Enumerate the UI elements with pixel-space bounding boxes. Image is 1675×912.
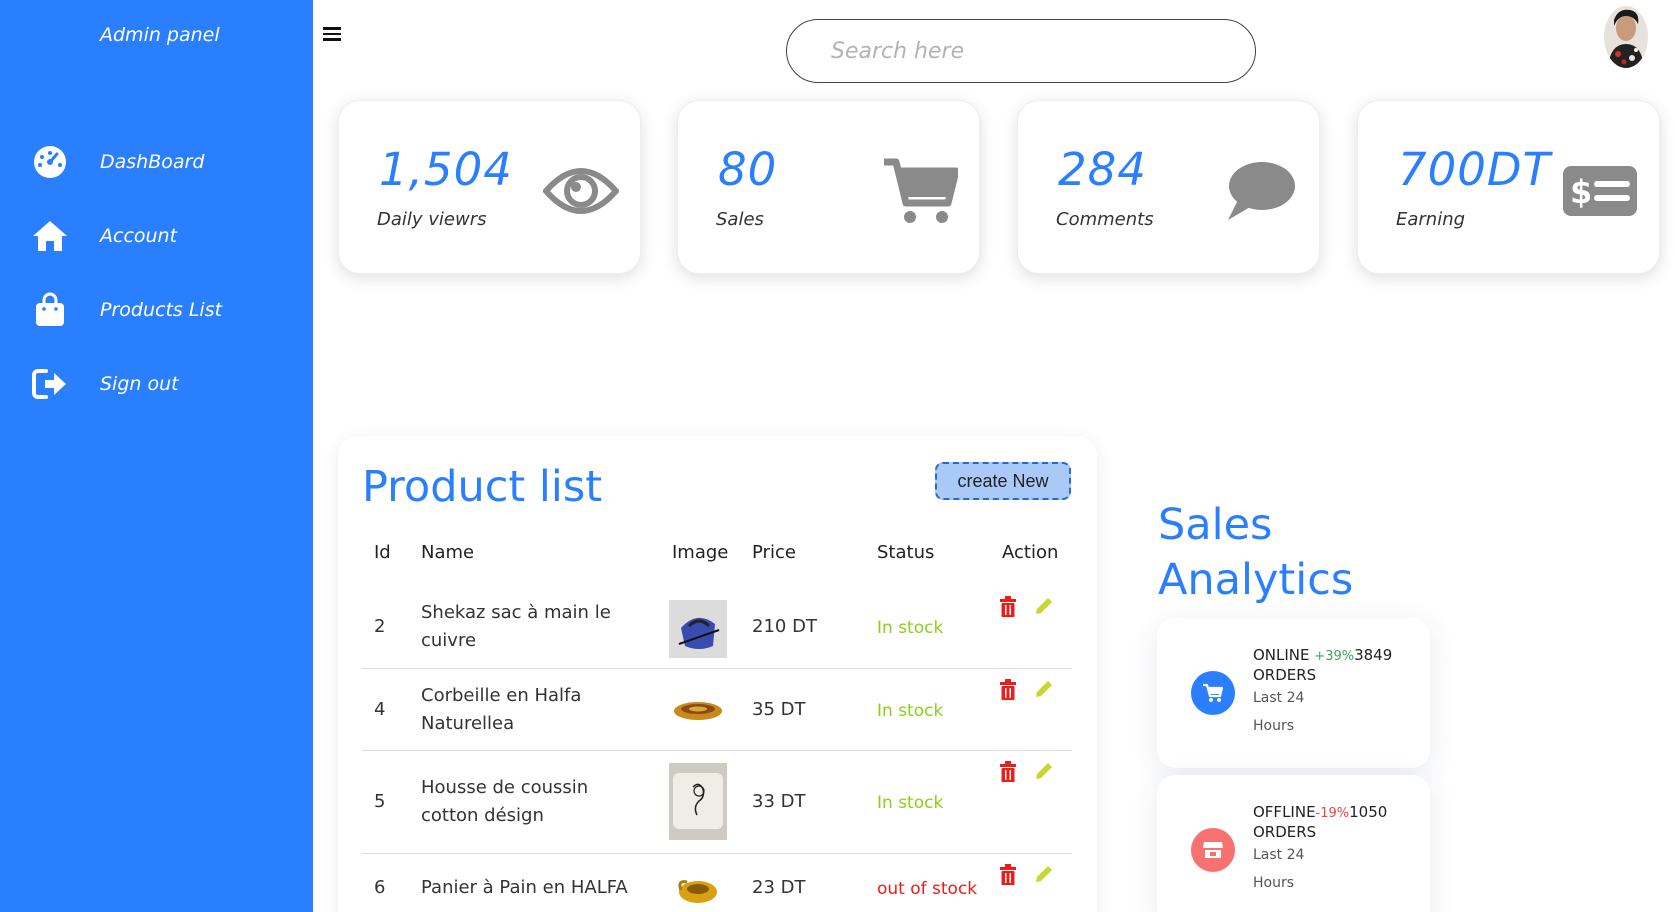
analytics-change: +39% xyxy=(1314,649,1355,664)
row-price: 33 DT xyxy=(752,791,806,812)
store-icon[interactable] xyxy=(1191,828,1235,872)
svg-text:$: $ xyxy=(1570,173,1592,211)
row-id: 6 xyxy=(374,877,386,898)
analytics-card-offline: OFFLINE-19%1050 ORDERS Last 24 Hours xyxy=(1157,775,1430,912)
sales-analytics-title-line2: Analytics xyxy=(1158,555,1354,605)
analytics-change: -19% xyxy=(1315,806,1350,821)
row-price: 35 DT xyxy=(752,699,806,720)
analytics-line: OFFLINE-19%1050 ORDERS xyxy=(1253,803,1423,841)
analytics-label: OFFLINE xyxy=(1253,803,1316,821)
edit-icon[interactable] xyxy=(1034,679,1054,701)
row-name: Housse de coussin cotton désign xyxy=(421,777,589,826)
search-input[interactable] xyxy=(786,19,1256,83)
stat-label: Daily viewrs xyxy=(377,209,487,230)
product-image xyxy=(669,600,727,658)
stat-label: Sales xyxy=(716,209,764,230)
avatar[interactable] xyxy=(1604,6,1648,68)
analytics-value: 3849 xyxy=(1354,646,1393,664)
row-name: Panier à Pain en HALFA xyxy=(421,877,628,898)
analytics-label: ONLINE xyxy=(1253,646,1310,664)
money-bill-icon: $ xyxy=(1555,151,1645,231)
home-icon xyxy=(30,216,70,256)
stat-value: 700DT xyxy=(1398,143,1552,196)
row-id: 4 xyxy=(374,699,386,720)
analytics-sub1: Last 24 xyxy=(1253,847,1305,863)
product-list-title: Product list xyxy=(362,462,603,512)
row-name: Corbeille en Halfa Naturellea xyxy=(421,685,582,734)
sidebar-item-label: Account xyxy=(100,225,178,247)
row-status: In stock xyxy=(877,618,944,638)
sign-out-icon xyxy=(30,364,70,404)
analytics-card-online: ONLINE +39%3849 ORDERS Last 24 Hours xyxy=(1157,618,1430,768)
analytics-line: ONLINE +39%3849 ORDERS xyxy=(1253,646,1423,684)
sidebar-item-signout[interactable]: Sign out xyxy=(0,356,313,412)
sidebar: Admin panel DashBoard Account Products L… xyxy=(0,0,313,912)
column-header-status: Status xyxy=(877,542,935,563)
sidebar-item-dashboard[interactable]: DashBoard xyxy=(0,134,313,190)
analytics-unit: ORDERS xyxy=(1253,823,1317,841)
analytics-sub2: Hours xyxy=(1253,718,1295,734)
analytics-value: 1050 xyxy=(1349,803,1388,821)
delete-icon[interactable] xyxy=(999,761,1019,783)
row-name: Shekaz sac à main le cuivre xyxy=(421,602,611,651)
column-header-name: Name xyxy=(421,542,475,563)
analytics-unit: ORDERS xyxy=(1253,666,1317,684)
row-id: 5 xyxy=(374,791,386,812)
sales-analytics-title: Sales Analytics xyxy=(1158,498,1353,608)
table-row: 6 Panier à Pain en HALFA 23 DT out of st… xyxy=(362,854,1072,912)
edit-icon[interactable] xyxy=(1034,864,1054,886)
shopping-bag-icon xyxy=(30,290,70,330)
stat-value: 1,504 xyxy=(379,143,513,196)
cart-icon xyxy=(875,151,965,231)
row-status: In stock xyxy=(877,701,944,721)
stat-card-sales: 80 Sales xyxy=(677,100,980,274)
cart-icon[interactable] xyxy=(1191,671,1235,715)
sidebar-item-label: DashBoard xyxy=(100,151,205,173)
row-price: 23 DT xyxy=(752,877,806,898)
column-header-id: Id xyxy=(374,542,391,563)
row-id: 2 xyxy=(374,616,386,637)
sidebar-item-account[interactable]: Account xyxy=(0,208,313,264)
stat-card-views: 1,504 Daily viewrs xyxy=(338,100,641,274)
row-status: In stock xyxy=(877,793,944,813)
stat-label: Earning xyxy=(1396,209,1466,230)
eye-icon xyxy=(536,151,626,231)
product-image xyxy=(669,693,727,729)
column-header-action: Action xyxy=(1002,542,1059,563)
product-image xyxy=(669,763,727,840)
column-header-price: Price xyxy=(752,542,796,563)
delete-icon[interactable] xyxy=(999,596,1019,618)
stat-card-earning: 700DT Earning $ xyxy=(1357,100,1660,274)
edit-icon[interactable] xyxy=(1034,596,1054,618)
column-header-image: Image xyxy=(672,542,729,563)
table-row: 4 Corbeille en Halfa Naturellea 35 DT In… xyxy=(362,669,1072,751)
table-row: 5 Housse de coussin cotton désign 33 DT … xyxy=(362,751,1072,854)
brand-title: Admin panel xyxy=(100,24,220,46)
analytics-sub2: Hours xyxy=(1253,875,1295,891)
table-row: 2 Shekaz sac à main le cuivre 210 DT In … xyxy=(362,586,1072,669)
row-price: 210 DT xyxy=(752,616,817,637)
edit-icon[interactable] xyxy=(1034,761,1054,783)
sidebar-item-label: Products List xyxy=(100,299,223,321)
sidebar-item-products[interactable]: Products List xyxy=(0,282,313,338)
product-image xyxy=(669,872,727,908)
analytics-sub1: Last 24 xyxy=(1253,690,1305,706)
delete-icon[interactable] xyxy=(999,864,1019,886)
product-list-panel: Product list create New Id Name Image Pr… xyxy=(338,436,1097,912)
dashboard-icon xyxy=(30,142,70,182)
menu-toggle-icon[interactable] xyxy=(323,24,345,46)
sales-analytics-title-line1: Sales xyxy=(1158,500,1273,550)
stat-card-comments: 284 Comments xyxy=(1017,100,1320,274)
create-new-button[interactable]: create New xyxy=(935,462,1071,500)
stat-value: 80 xyxy=(718,143,778,196)
comment-icon xyxy=(1215,151,1305,231)
stat-label: Comments xyxy=(1056,209,1154,230)
delete-icon[interactable] xyxy=(999,679,1019,701)
row-status: out of stock xyxy=(877,879,978,899)
sidebar-item-label: Sign out xyxy=(100,373,179,395)
stat-value: 284 xyxy=(1058,143,1147,196)
